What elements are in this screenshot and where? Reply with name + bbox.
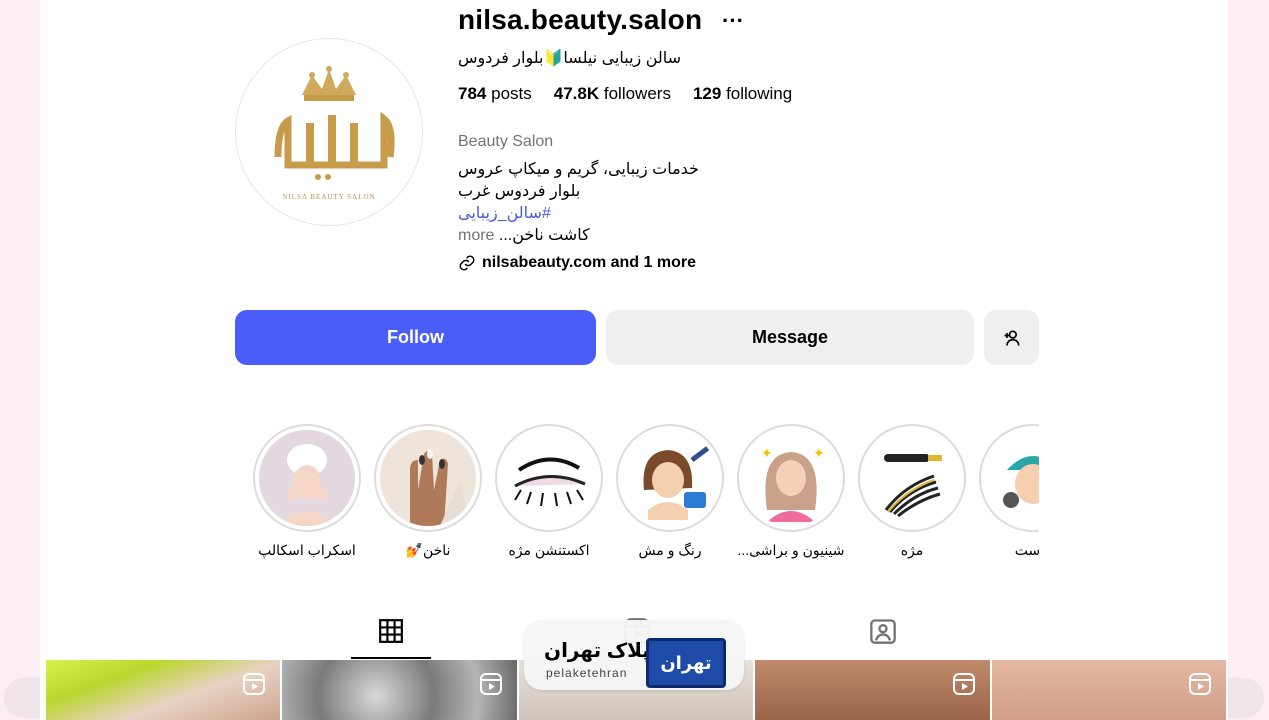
followers-stat[interactable]: 47.8K followers	[554, 84, 671, 104]
message-button[interactable]: Message	[606, 310, 974, 365]
eyelash-extension-icon	[501, 430, 597, 526]
bio-line: خدمات زیبایی، گریم و میکاپ عروس	[458, 161, 699, 178]
suggest-users-button[interactable]	[984, 310, 1039, 365]
watermark-brand-latin: pelaketehran	[546, 666, 628, 680]
nail-icon	[380, 430, 476, 526]
highlight-label: رنگ و مش	[638, 542, 702, 558]
follow-button[interactable]: Follow	[235, 310, 596, 365]
bio-hashtag-link[interactable]: #سالن_زیبایی	[458, 203, 699, 225]
post-thumbnail[interactable]	[46, 660, 281, 720]
profile-website-link[interactable]: nilsabeauty.com and 1 more	[458, 254, 696, 272]
story-highlights: اسکراب اسکالپ ناخن💅 اکستنشن مژه رنگ و مش…	[235, 424, 1039, 574]
highlight-label: شینیون و براشی...	[737, 542, 845, 558]
highlight-label: اکستنشن مژه	[508, 542, 590, 558]
reel-indicator-icon	[1189, 673, 1212, 695]
hairstyle-icon: ✦ ✦	[761, 445, 825, 522]
skincare-icon	[1003, 456, 1039, 508]
tab-tagged[interactable]	[843, 605, 923, 657]
svg-text:NILSA BEAUTY SALON: NILSA BEAUTY SALON	[282, 193, 375, 201]
highlight-item[interactable]: ناخن💅	[373, 424, 483, 559]
highlight-item[interactable]: مژه	[857, 424, 967, 559]
post-thumbnail[interactable]	[991, 660, 1227, 720]
highlight-label: مژه	[900, 542, 924, 558]
more-options-icon[interactable]: ···	[722, 8, 744, 34]
grid-icon	[379, 619, 403, 643]
site-watermark: پلاک تهران pelaketehran تهران	[524, 620, 744, 690]
post-thumbnail[interactable]	[755, 660, 990, 720]
highlight-item[interactable]: ✦ ✦ شینیون و براشی...	[736, 424, 846, 559]
reel-indicator-icon	[243, 673, 266, 695]
highlight-label: پوست	[1014, 542, 1039, 558]
reel-indicator-icon	[479, 673, 502, 695]
highlight-item[interactable]: رنگ و مش	[615, 424, 725, 559]
svg-text:✦: ✦	[813, 445, 825, 461]
profile-stats: 784 posts 47.8K followers 129 following	[458, 84, 792, 104]
link-icon	[459, 255, 475, 271]
posts-stat[interactable]: 784 posts	[458, 84, 532, 104]
profile-bio: خدمات زیبایی، گریم و میکاپ عروس بلوار فر…	[458, 159, 699, 247]
highlight-item[interactable]: اکستنشن مژه	[494, 424, 604, 559]
post-thumbnail[interactable]	[282, 660, 517, 720]
nilsa-logo-icon: NILSA BEAUTY SALON	[274, 66, 395, 201]
svg-text:✦: ✦	[761, 445, 773, 461]
tagged-icon	[870, 619, 896, 644]
profile-full-name: سالن زیبایی نیلسا🔰بلوار فردوس	[458, 50, 682, 67]
reel-indicator-icon	[952, 673, 975, 695]
bio-last-line: کاشت ناخن... more	[458, 227, 590, 244]
scalp-scrub-icon	[259, 430, 355, 526]
bio-line: بلوار فردوس غرب	[458, 183, 581, 200]
watermark-plate: تهران	[646, 638, 726, 688]
profile-category: Beauty Salon	[458, 133, 554, 150]
following-stat[interactable]: 129 following	[693, 84, 792, 104]
tab-posts[interactable]	[351, 605, 431, 659]
add-user-icon	[1004, 330, 1019, 346]
lash-mascara-icon	[884, 454, 942, 518]
bio-more-link[interactable]: more	[458, 227, 494, 244]
highlight-label: ناخن💅	[405, 542, 451, 558]
watermark-brand: پلاک تهران	[544, 640, 650, 662]
highlight-item[interactable]: پوست	[978, 424, 1039, 559]
profile-avatar[interactable]: NILSA BEAUTY SALON	[235, 38, 423, 226]
profile-username: nilsa.beauty.salon	[458, 4, 703, 35]
highlight-label: اسکراب اسکالپ	[258, 542, 356, 558]
highlight-item[interactable]: اسکراب اسکالپ	[252, 424, 362, 559]
hair-color-icon	[643, 446, 710, 520]
